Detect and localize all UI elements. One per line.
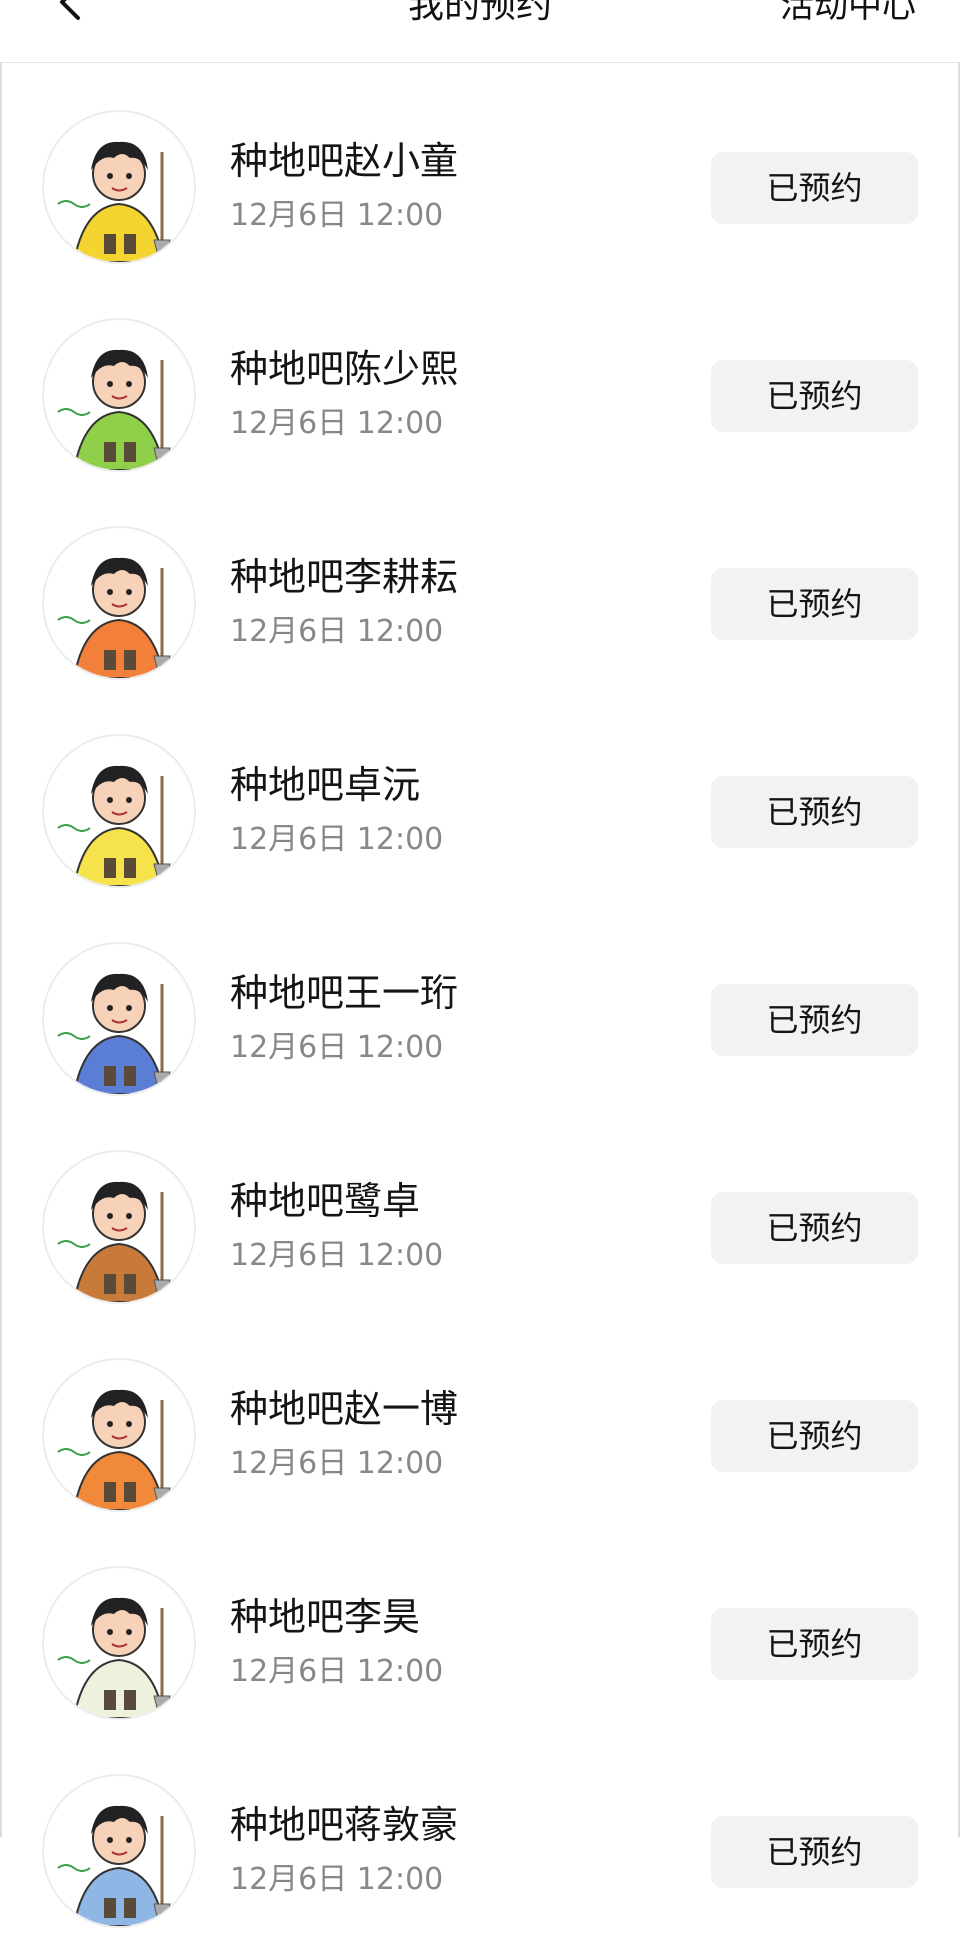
- cartoon-avatar-icon: [44, 944, 194, 1094]
- cartoon-avatar-icon: [44, 736, 194, 886]
- cartoon-avatar-icon: [44, 112, 194, 262]
- reservation-title: 种地吧陈少熙: [230, 347, 459, 391]
- reservation-time: 12月6日 12:00: [230, 614, 444, 649]
- reservation-item[interactable]: 种地吧赵小童 12月6日 12:00 已预约: [0, 63, 960, 271]
- reservation-title: 种地吧李耕耘: [230, 555, 459, 599]
- cartoon-avatar-icon: [44, 1152, 194, 1302]
- activity-center-link[interactable]: 活动中心: [780, 0, 916, 28]
- reservation-time: 12月6日 12:00: [230, 1862, 444, 1897]
- reservation-item[interactable]: 种地吧王一珩 12月6日 12:00 已预约: [0, 895, 960, 1103]
- top-bar: 我的预约 活动中心: [0, 0, 960, 63]
- reserved-button[interactable]: 已预约: [711, 984, 918, 1056]
- reservation-title: 种地吧鹭卓: [230, 1179, 421, 1223]
- reservation-time: 12月6日 12:00: [230, 1654, 444, 1689]
- reserved-button[interactable]: 已预约: [711, 1192, 918, 1264]
- reservation-time: 12月6日 12:00: [230, 198, 444, 233]
- reserved-button[interactable]: 已预约: [711, 360, 918, 432]
- avatar[interactable]: [42, 1150, 196, 1304]
- avatar[interactable]: [42, 942, 196, 1096]
- reservation-item[interactable]: 种地吧李耕耘 12月6日 12:00 已预约: [0, 479, 960, 687]
- reservation-item[interactable]: 种地吧赵一博 12月6日 12:00 已预约: [0, 1311, 960, 1519]
- reserved-button[interactable]: 已预约: [711, 152, 918, 224]
- avatar[interactable]: [42, 526, 196, 680]
- reservation-title: 种地吧李昊: [230, 1595, 421, 1639]
- reserved-button[interactable]: 已预约: [711, 1608, 918, 1680]
- reservation-item[interactable]: 种地吧陈少熙 12月6日 12:00 已预约: [0, 271, 960, 479]
- reserved-button[interactable]: 已预约: [711, 568, 918, 640]
- reservation-time: 12月6日 12:00: [230, 406, 444, 441]
- reservation-title: 种地吧蒋敦豪: [230, 1803, 459, 1847]
- avatar[interactable]: [42, 1566, 196, 1720]
- reservation-list: 种地吧赵小童 12月6日 12:00 已预约 种地吧陈少熙 12月6日 12:00 已预约…: [0, 63, 960, 1935]
- reserved-button[interactable]: 已预约: [711, 1816, 918, 1888]
- reserved-button[interactable]: 已预约: [711, 1400, 918, 1472]
- avatar[interactable]: [42, 1774, 196, 1928]
- avatar[interactable]: [42, 110, 196, 264]
- cartoon-avatar-icon: [44, 320, 194, 470]
- reservation-title: 种地吧卓沅: [230, 763, 421, 807]
- reservation-title: 种地吧王一珩: [230, 971, 459, 1015]
- reservation-item[interactable]: 种地吧卓沅 12月6日 12:00 已预约: [0, 687, 960, 895]
- reservation-title: 种地吧赵一博: [230, 1387, 459, 1431]
- reservation-time: 12月6日 12:00: [230, 822, 444, 857]
- reserved-button[interactable]: 已预约: [711, 776, 918, 848]
- cartoon-avatar-icon: [44, 528, 194, 678]
- reservation-time: 12月6日 12:00: [230, 1446, 444, 1481]
- cartoon-avatar-icon: [44, 1776, 194, 1926]
- cartoon-avatar-icon: [44, 1360, 194, 1510]
- reservation-time: 12月6日 12:00: [230, 1238, 444, 1273]
- avatar[interactable]: [42, 734, 196, 888]
- reservation-item[interactable]: 种地吧鹭卓 12月6日 12:00 已预约: [0, 1103, 960, 1311]
- reservation-time: 12月6日 12:00: [230, 1030, 444, 1065]
- avatar[interactable]: [42, 318, 196, 472]
- reservation-item[interactable]: 种地吧蒋敦豪 12月6日 12:00 已预约: [0, 1727, 960, 1935]
- avatar[interactable]: [42, 1358, 196, 1512]
- cartoon-avatar-icon: [44, 1568, 194, 1718]
- reservation-item[interactable]: 种地吧李昊 12月6日 12:00 已预约: [0, 1519, 960, 1727]
- reservation-title: 种地吧赵小童: [230, 139, 459, 183]
